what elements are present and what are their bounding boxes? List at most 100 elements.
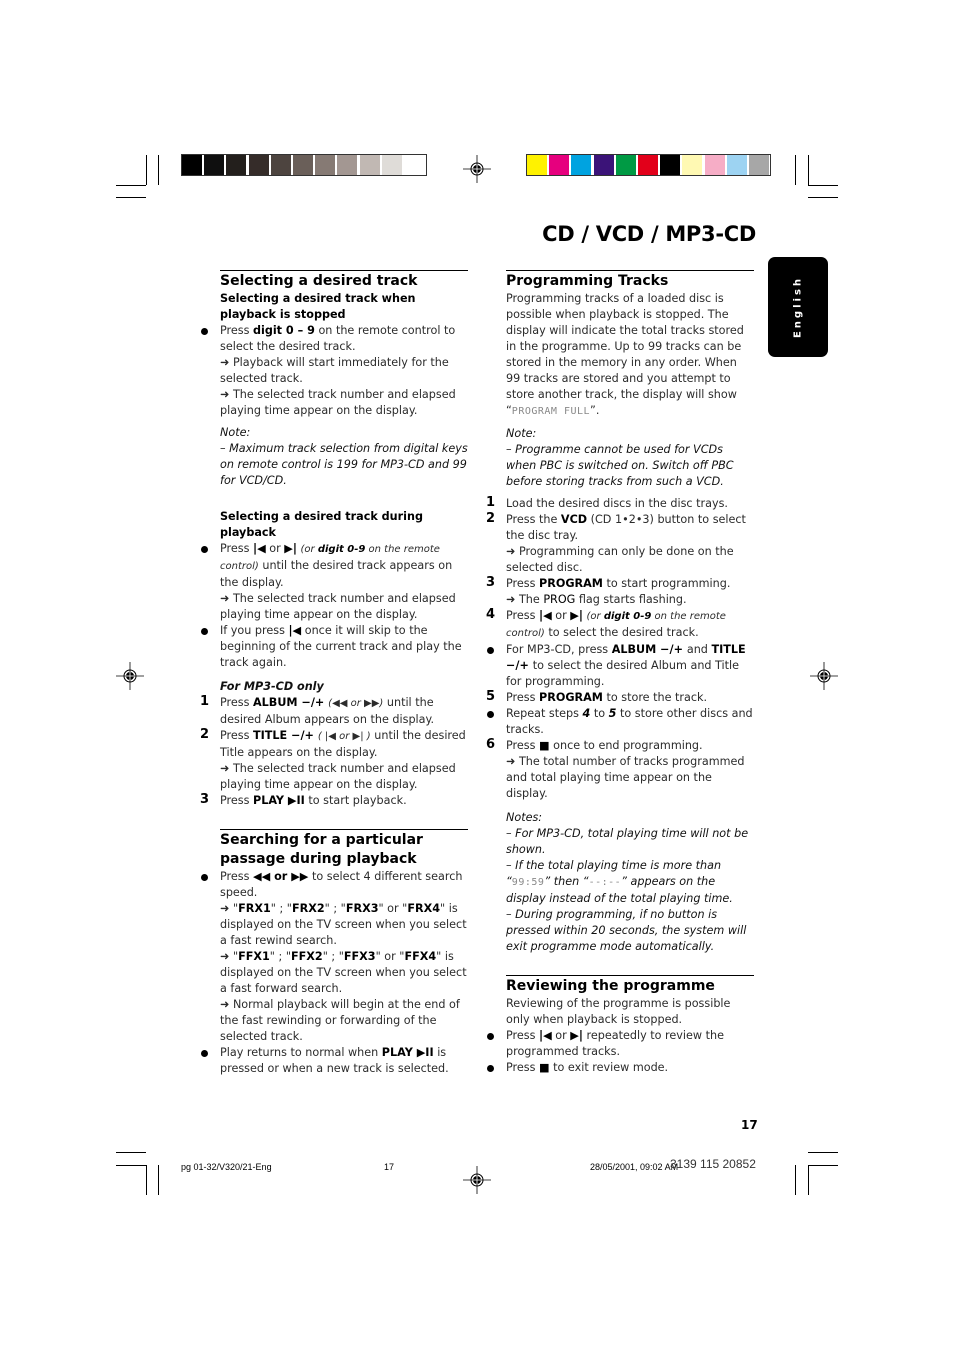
color-swatch (315, 155, 336, 175)
color-swatch (270, 155, 291, 175)
list-item: Press ◀◀ or ▶▶ to select 4 different sea… (200, 869, 468, 1045)
arrow-icon: ➜ (220, 902, 233, 915)
note-text: – For MP3-CD, total playing time will no… (506, 827, 749, 856)
color-swatch (381, 155, 402, 175)
crop-mark (116, 1165, 146, 1166)
arrow-icon: ➜ (220, 388, 233, 401)
bullet-icon (487, 1033, 494, 1040)
list-item: If you press |◀ once it will skip to the… (200, 623, 468, 671)
prev-track-icon: |◀ (539, 1029, 552, 1042)
intro-paragraph: Programming tracks of a loaded disc is p… (506, 292, 744, 417)
left-column: Selecting a desired track Selecting a de… (200, 270, 468, 1077)
color-swatch (226, 155, 247, 175)
crop-mark (808, 1165, 809, 1195)
crop-mark (795, 1165, 796, 1195)
registration-mark-icon (463, 1166, 491, 1194)
prev-track-icon: |◀ (253, 542, 266, 555)
step-item: 1 Press ALBUM −/+ (◀◀ or ▶▶) until the d… (200, 694, 435, 726)
color-swatch (403, 155, 424, 175)
file-label: pg 01-32/V320/21-Eng (181, 1162, 272, 1172)
step-item: 6 Press ■ once to end programming. ➜ The… (486, 737, 745, 800)
list-item: Repeat steps 4 to 5 to store other discs… (486, 706, 754, 738)
next-track-icon: ▶| (284, 542, 297, 555)
rewind-forward-icons: ◀◀ or ▶▶ (253, 870, 309, 883)
intro-paragraph: Reviewing of the programme is possible o… (506, 997, 731, 1026)
right-column: Programming Tracks Programming tracks of… (486, 270, 754, 1076)
note-label: Note: (506, 427, 537, 440)
crop-mark (146, 1165, 147, 1195)
crop-mark (808, 197, 838, 198)
list-item: For MP3-CD, press ALBUM −/+ and TITLE −/+… (486, 642, 754, 690)
color-swatch (549, 155, 570, 175)
mp3-only-label: For MP3-CD only (220, 680, 324, 693)
arrow-icon: ➜ (220, 592, 233, 605)
list-item: Press digit 0 – 9 on the remote control … (200, 323, 468, 419)
lcd-display-text: PROGRAM FULL (511, 406, 591, 417)
section-heading: Selecting a desired track (220, 273, 418, 289)
color-swatch (182, 155, 202, 175)
color-swatch (248, 155, 269, 175)
bullet-icon (487, 1065, 494, 1072)
subheading: Selecting a desired track during playbac… (220, 510, 423, 539)
crop-mark (116, 197, 146, 198)
note-text: – Programme cannot be used for VCDs when… (506, 443, 734, 488)
color-swatch (704, 155, 725, 175)
step-item: 2 Press the VCD (CD 1•2•3) button to sel… (486, 511, 746, 574)
step-item: 3 Press PROGRAM to start programming. ➜ … (486, 575, 731, 606)
color-swatch (682, 155, 703, 175)
crop-mark (808, 185, 838, 186)
step-item: 2 Press TITLE −/+ ( |◀ or ▶| ) until the… (200, 727, 466, 791)
crop-mark (158, 1165, 159, 1195)
notes-label: Notes: (506, 811, 543, 824)
crop-mark (116, 1152, 146, 1153)
bullet-icon (201, 874, 208, 881)
color-swatch (527, 155, 547, 175)
color-swatch (660, 155, 681, 175)
page-title: CD / VCD / MP3-CD (542, 222, 756, 246)
crop-mark (158, 155, 159, 185)
list-item: Press |◀ or ▶| repeatedly to review the … (486, 1028, 754, 1060)
bullet-icon (487, 647, 494, 654)
arrow-icon: ➜ (220, 356, 233, 369)
color-swatch (726, 155, 747, 175)
color-swatch (337, 155, 358, 175)
subheading: Selecting a desired track when playback … (220, 292, 416, 321)
section-heading: Reviewing the programme (506, 978, 715, 994)
color-calibration-bar (526, 154, 771, 176)
note-text: – If the total playing time is more than… (506, 859, 733, 905)
bullet-icon (201, 328, 208, 335)
arrow-icon: ➜ (220, 762, 233, 775)
grayscale-calibration-bar (181, 154, 427, 176)
print-page-number: 17 (384, 1162, 395, 1172)
color-swatch (637, 155, 658, 175)
next-track-icon: ▶| (570, 609, 583, 622)
bullet-icon (487, 711, 494, 718)
section-heading: Programming Tracks (506, 273, 669, 289)
next-track-icon: ▶| (570, 1029, 583, 1042)
registration-mark-icon (116, 662, 144, 690)
list-item: Play returns to normal when PLAY ▶II is … (200, 1045, 468, 1077)
crop-mark (116, 185, 146, 186)
bullet-icon (201, 546, 208, 553)
crop-mark (808, 1165, 838, 1166)
arrow-icon: ➜ (506, 545, 519, 558)
crop-mark (808, 155, 809, 185)
print-datetime: 28/05/2001, 09:02 AM (590, 1162, 679, 1172)
crop-mark (146, 155, 147, 185)
step-item: 5 Press PROGRAM to store the track. (486, 689, 708, 704)
registration-mark-icon (463, 155, 491, 183)
language-tab: English (768, 257, 828, 357)
prev-track-icon: |◀ (539, 609, 552, 622)
color-swatch (593, 155, 614, 175)
list-item: Press |◀ or ▶| (or digit 0-9 on the remo… (200, 541, 468, 623)
step-item: 3 Press PLAY ▶II to start playback. (200, 792, 407, 807)
crop-mark (808, 1152, 838, 1153)
arrow-icon: ➜ (506, 755, 519, 768)
bullet-icon (201, 1050, 208, 1057)
color-swatch (748, 155, 769, 175)
color-swatch (292, 155, 313, 175)
page-number: 17 (741, 1118, 758, 1132)
arrow-icon: ➜ (506, 593, 519, 606)
list-item: Press ■ to exit review mode. (486, 1060, 754, 1076)
stop-icon: ■ (539, 1061, 550, 1074)
